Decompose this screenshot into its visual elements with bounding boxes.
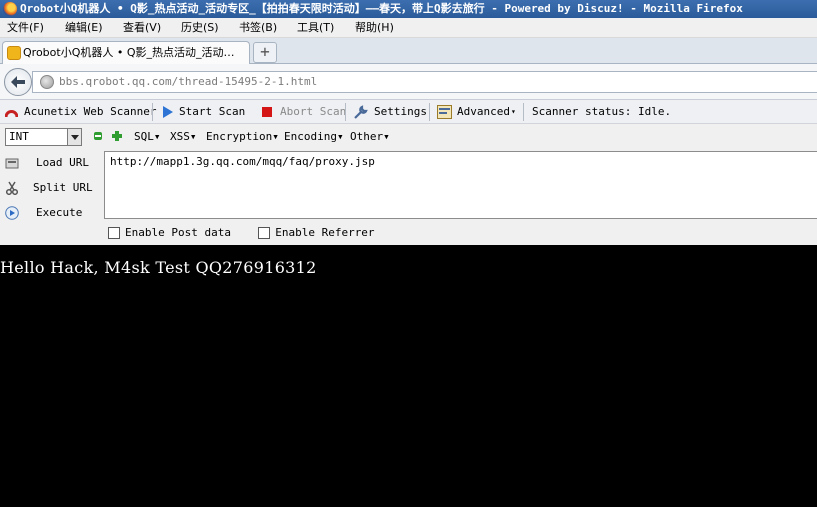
- load-url-label: Load URL: [36, 156, 89, 169]
- menu-bar: 文件(F) 编辑(E) 查看(V) 历史(S) 书签(B) 工具(T) 帮助(H…: [0, 18, 817, 38]
- abort-scan-button[interactable]: Abort Scan: [280, 100, 346, 124]
- type-select[interactable]: INT: [5, 128, 82, 146]
- enable-referrer-label: Enable Referrer: [275, 226, 375, 239]
- sql-menu[interactable]: SQL▾: [134, 128, 161, 146]
- start-scan-play-icon: [163, 106, 173, 118]
- advanced-menu-button[interactable]: Advanced: [457, 100, 510, 124]
- enable-post-checkbox[interactable]: [108, 227, 120, 239]
- settings-wrench-icon: [354, 105, 368, 119]
- tab-qrobot[interactable]: Qrobot小Q机器人 • Q影_热点活动_活动…: [2, 41, 250, 64]
- enable-referrer-checkbox[interactable]: [258, 227, 271, 239]
- toolbar-separator: [345, 103, 346, 121]
- tab-label: Qrobot小Q机器人 • Q影_热点活动_活动…: [23, 46, 235, 59]
- window-titlebar: Qrobot小Q机器人 • Q影_热点活动_活动专区_【拍拍春天限时活动】——春…: [0, 0, 817, 18]
- menu-edit[interactable]: 编辑(E): [65, 18, 103, 38]
- other-menu[interactable]: Other▾: [350, 128, 390, 146]
- decrease-icon[interactable]: [94, 132, 102, 140]
- page-content: Hello Hack, M4sk Test QQ276916312: [0, 245, 817, 507]
- acunetix-brand: Acunetix Web Scanner: [24, 105, 157, 118]
- increase-icon[interactable]: [112, 131, 122, 141]
- load-url-icon: [5, 158, 19, 169]
- split-url-button[interactable]: Split URL: [0, 176, 100, 200]
- page-output-text: Hello Hack, M4sk Test QQ276916312: [0, 258, 317, 277]
- execute-play-icon: [5, 206, 19, 220]
- split-url-label: Split URL: [33, 181, 93, 194]
- menu-view[interactable]: 查看(V): [123, 18, 161, 38]
- acunetix-toolbar: Acunetix Web Scanner Start Scan Abort Sc…: [0, 100, 817, 124]
- advanced-icon: [437, 105, 452, 119]
- encryption-menu[interactable]: Encryption▾: [206, 128, 279, 146]
- type-select-value: INT: [9, 130, 29, 143]
- back-button[interactable]: [4, 68, 32, 96]
- menu-bookmarks[interactable]: 书签(B): [239, 18, 277, 38]
- scissors-icon: [5, 181, 19, 195]
- menu-help[interactable]: 帮助(H): [355, 18, 394, 38]
- settings-button[interactable]: Settings: [374, 100, 427, 124]
- site-identity-globe-icon[interactable]: [40, 75, 54, 89]
- toolbar-separator: [523, 103, 524, 121]
- start-scan-button[interactable]: Start Scan: [179, 100, 245, 124]
- scanner-status: Scanner status: Idle.: [532, 105, 672, 118]
- toolbar-separator: [152, 103, 153, 121]
- navigation-bar: bbs.qrobot.qq.com/thread-15495-2-1.html: [0, 64, 817, 100]
- new-tab-button[interactable]: +: [253, 42, 277, 63]
- abort-scan-stop-icon: [262, 107, 272, 117]
- xss-menu[interactable]: XSS▾: [170, 128, 197, 146]
- menu-tools[interactable]: 工具(T): [297, 18, 334, 38]
- address-bar[interactable]: bbs.qrobot.qq.com/thread-15495-2-1.html: [32, 71, 817, 93]
- qrobot-favicon-icon: [7, 46, 21, 60]
- window-title: Qrobot小Q机器人 • Q影_热点活动_活动专区_【拍拍春天限时活动】——春…: [20, 2, 743, 15]
- enable-post-label: Enable Post data: [125, 226, 231, 239]
- address-bar-url: bbs.qrobot.qq.com/thread-15495-2-1.html: [59, 75, 318, 88]
- hackbar-url-textarea[interactable]: http://mapp1.3g.qq.com/mqq/faq/proxy.jsp: [104, 151, 817, 219]
- hackbar: INT SQL▾ XSS▾ Encryption▾ Encoding▾ Othe…: [0, 124, 817, 245]
- acunetix-logo-icon: [5, 110, 18, 118]
- tab-bar: Qrobot小Q机器人 • Q影_热点活动_活动… +: [0, 38, 817, 64]
- advanced-dropdown-icon[interactable]: ▾: [511, 100, 516, 124]
- firefox-logo-icon: [3, 2, 17, 16]
- execute-button[interactable]: Execute: [0, 201, 100, 225]
- encoding-menu[interactable]: Encoding▾: [284, 128, 344, 146]
- back-arrow-icon: [11, 76, 25, 88]
- execute-label: Execute: [36, 206, 83, 219]
- hackbar-options: Enable Post data Enable Referrer: [108, 225, 375, 241]
- load-url-button[interactable]: Load URL: [0, 151, 100, 175]
- toolbar-separator: [429, 103, 430, 121]
- chevron-down-icon: [67, 129, 81, 145]
- menu-history[interactable]: 历史(S): [181, 18, 219, 38]
- menu-file[interactable]: 文件(F): [7, 18, 44, 38]
